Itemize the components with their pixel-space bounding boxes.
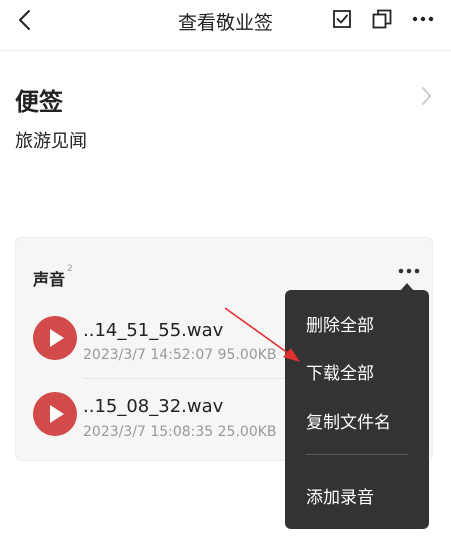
play-icon[interactable] — [33, 392, 77, 436]
audio-filename: ..15_08_32.wav — [83, 396, 224, 417]
menu-divider — [306, 454, 408, 455]
checkbox-icon[interactable] — [331, 8, 353, 30]
audio-card-title: 声音2 — [33, 264, 73, 290]
audio-count-badge: 2 — [67, 264, 73, 274]
audio-more-icon[interactable] — [396, 264, 422, 278]
audio-meta: 2023/3/7 14:52:07 95.00KB — [83, 347, 277, 363]
chevron-right-icon[interactable] — [418, 85, 434, 107]
more-horizontal-icon[interactable] — [410, 8, 436, 30]
audio-card-title-label: 声音 — [33, 270, 66, 289]
play-icon[interactable] — [33, 316, 77, 360]
menu-item-download-all[interactable]: 下载全部 — [306, 359, 374, 384]
context-menu: 删除全部 下载全部 复制文件名 添加录音 — [285, 290, 429, 529]
header-divider — [0, 50, 451, 51]
top-bar: 查看敬业签 — [0, 0, 451, 46]
note-content: 旅游见闻 — [15, 131, 87, 152]
menu-item-add-recording[interactable]: 添加录音 — [306, 483, 374, 508]
audio-meta: 2023/3/7 15:08:35 25.00KB — [83, 424, 277, 440]
menu-item-copy-filename[interactable]: 复制文件名 — [306, 408, 391, 433]
audio-filename: ..14_51_55.wav — [83, 320, 224, 341]
section-title: 便签 — [15, 88, 63, 116]
menu-item-delete-all[interactable]: 删除全部 — [306, 311, 374, 336]
copy-icon[interactable] — [371, 8, 393, 30]
